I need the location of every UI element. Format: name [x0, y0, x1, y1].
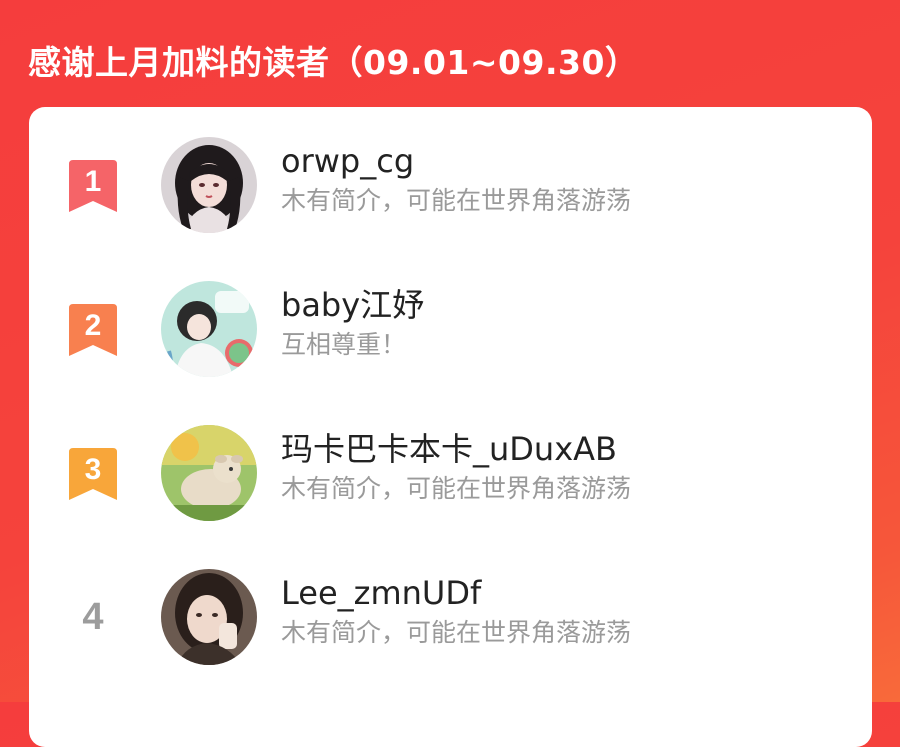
- reader-row[interactable]: 3 玛卡巴卡本卡_uDuxAB 木有简介，可能在世界角落游荡: [29, 425, 872, 535]
- reader-name[interactable]: baby江妤: [281, 285, 424, 325]
- avatar[interactable]: [161, 137, 257, 233]
- reader-list-card: 1 orwp_cg 木有简介，可能在世界角落游荡 2 baby江妤 互相尊重！ …: [29, 107, 872, 747]
- reader-row[interactable]: 1 orwp_cg 木有简介，可能在世界角落游荡: [29, 137, 872, 247]
- reader-bio: 木有简介，可能在世界角落游荡: [281, 474, 632, 503]
- reader-bio: 木有简介，可能在世界角落游荡: [281, 618, 632, 647]
- avatar[interactable]: [161, 569, 257, 665]
- reader-row[interactable]: 2 baby江妤 互相尊重！: [29, 281, 872, 391]
- rank-number: 3: [85, 453, 102, 486]
- reader-bio: 互相尊重！: [281, 330, 407, 359]
- rank-ribbon-badge: 3: [69, 448, 117, 500]
- rank-ribbon-badge: 1: [69, 160, 117, 212]
- rank-ribbon-badge: 2: [69, 304, 117, 356]
- rank-number: 4: [82, 596, 104, 638]
- rank-number: 1: [85, 165, 102, 198]
- avatar[interactable]: [161, 281, 257, 377]
- reader-name[interactable]: orwp_cg: [281, 141, 414, 181]
- reader-name[interactable]: 玛卡巴卡本卡_uDuxAB: [281, 429, 617, 469]
- avatar[interactable]: [161, 425, 257, 521]
- reader-name[interactable]: Lee_zmnUDf: [281, 573, 481, 613]
- page-title: 感谢上月加料的读者（09.01~09.30）: [28, 43, 639, 82]
- reader-bio: 木有简介，可能在世界角落游荡: [281, 186, 632, 215]
- rank-number: 2: [85, 309, 102, 342]
- reader-row[interactable]: 4 Lee_zmnUDf 木有简介，可能在世界角落游荡: [29, 569, 872, 679]
